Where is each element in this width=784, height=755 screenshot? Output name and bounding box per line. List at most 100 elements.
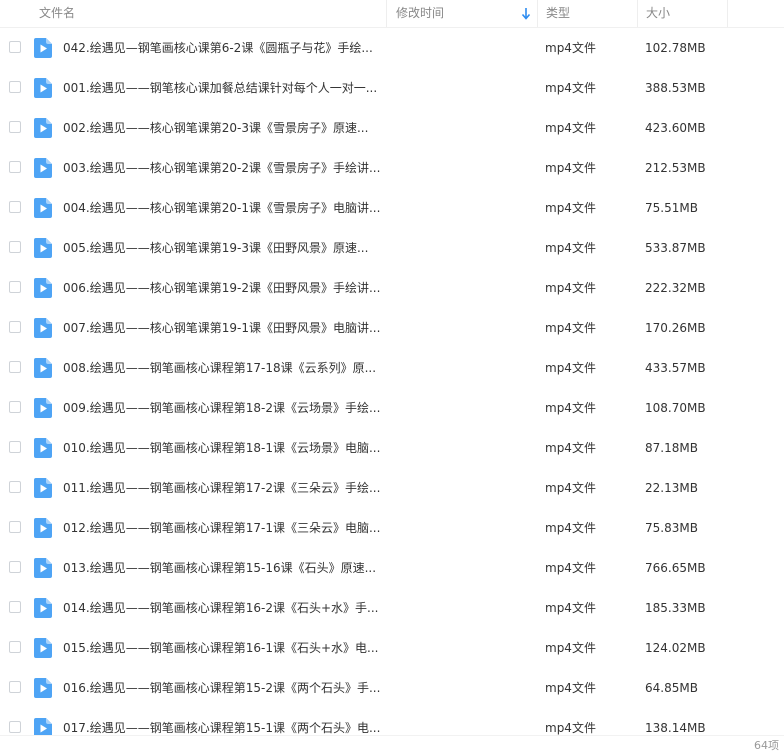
file-row[interactable]: 009.绘遇见——钢笔画核心课程第18-2课《云场景》手绘... mp4文件 108… xyxy=(0,388,784,428)
file-size: 423.60MB xyxy=(645,121,706,135)
video-file-icon xyxy=(34,598,52,618)
file-row[interactable]: 016.绘遇见——钢笔画核心课程第15-2课《两个石头》手... mp4文件 64.… xyxy=(0,668,784,708)
video-file-icon xyxy=(34,238,52,258)
file-size: 75.83MB xyxy=(645,521,698,535)
file-size: 108.70MB xyxy=(645,401,706,415)
video-file-icon xyxy=(34,518,52,538)
row-checkbox[interactable] xyxy=(9,401,21,413)
video-file-icon xyxy=(34,118,52,138)
column-header-size[interactable]: 大小 xyxy=(637,0,727,27)
row-checkbox[interactable] xyxy=(9,681,21,693)
file-row[interactable]: 014.绘遇见——钢笔画核心课程第16-2课《石头+水》手... mp4文件 185… xyxy=(0,588,784,628)
file-name[interactable]: 007.绘遇见——核心钢笔课第19-1课《田野风景》电脑讲... xyxy=(63,308,381,348)
file-name[interactable]: 006.绘遇见——核心钢笔课第19-2课《田野风景》手绘讲... xyxy=(63,268,381,308)
file-size: 185.33MB xyxy=(645,601,706,615)
video-file-icon xyxy=(34,398,52,418)
file-row[interactable]: 008.绘遇见——钢笔画核心课程第17-18课《云系列》原... mp4文件 433… xyxy=(0,348,784,388)
file-row[interactable]: 042.绘遇见—钢笔画核心课第6-2课《圆瓶子与花》手绘... mp4文件 102.… xyxy=(0,28,784,68)
row-checkbox[interactable] xyxy=(9,441,21,453)
file-size: 533.87MB xyxy=(645,241,706,255)
row-checkbox[interactable] xyxy=(9,721,21,733)
file-name[interactable]: 002.绘遇见——核心钢笔课第20-3课《雪景房子》原速... xyxy=(63,108,381,148)
file-size: 433.57MB xyxy=(645,361,706,375)
column-header-type[interactable]: 类型 xyxy=(537,0,637,27)
row-checkbox[interactable] xyxy=(9,281,21,293)
row-checkbox[interactable] xyxy=(9,241,21,253)
video-file-icon xyxy=(34,438,52,458)
column-header-modified-label: 修改时间 xyxy=(396,6,445,20)
file-size: 170.26MB xyxy=(645,321,706,335)
file-name[interactable]: 013.绘遇见——钢笔画核心课程第15-16课《石头》原速... xyxy=(63,548,381,588)
file-size: 124.02MB xyxy=(645,641,706,655)
file-row[interactable]: 005.绘遇见——核心钢笔课第19-3课《田野风景》原速... mp4文件 533.… xyxy=(0,228,784,268)
row-checkbox[interactable] xyxy=(9,481,21,493)
row-checkbox[interactable] xyxy=(9,561,21,573)
video-file-icon xyxy=(34,78,52,98)
file-row[interactable]: 004.绘遇见——核心钢笔课第20-1课《雪景房子》电脑讲... mp4文件 75.… xyxy=(0,188,784,228)
file-name[interactable]: 016.绘遇见——钢笔画核心课程第15-2课《两个石头》手... xyxy=(63,668,381,708)
file-name[interactable]: 003.绘遇见——核心钢笔课第20-2课《雪景房子》手绘讲... xyxy=(63,148,381,188)
file-name[interactable]: 014.绘遇见——钢笔画核心课程第16-2课《石头+水》手... xyxy=(63,588,381,628)
file-type: mp4文件 xyxy=(545,201,596,215)
video-file-icon xyxy=(34,38,52,58)
file-size: 64.85MB xyxy=(645,681,698,695)
file-row[interactable]: 002.绘遇见——核心钢笔课第20-3课《雪景房子》原速... mp4文件 423.… xyxy=(0,108,784,148)
row-checkbox[interactable] xyxy=(9,41,21,53)
file-name[interactable]: 009.绘遇见——钢笔画核心课程第18-2课《云场景》手绘... xyxy=(63,388,381,428)
file-row[interactable]: 010.绘遇见——钢笔画核心课程第18-1课《云场景》电脑... mp4文件 87.… xyxy=(0,428,784,468)
file-type: mp4文件 xyxy=(545,321,596,335)
file-name[interactable]: 017.绘遇见——钢笔画核心课程第15-1课《两个石头》电... xyxy=(63,708,381,735)
file-name[interactable]: 001.绘遇见——钢笔核心课加餐总结课针对每个人一对一... xyxy=(63,68,381,108)
file-row[interactable]: 001.绘遇见——钢笔核心课加餐总结课针对每个人一对一... mp4文件 388.5… xyxy=(0,68,784,108)
row-checkbox[interactable] xyxy=(9,601,21,613)
file-row[interactable]: 017.绘遇见——钢笔画核心课程第15-1课《两个石头》电... mp4文件 138… xyxy=(0,708,784,735)
video-file-icon xyxy=(34,358,52,378)
row-checkbox[interactable] xyxy=(9,641,21,653)
file-row[interactable]: 011.绘遇见——钢笔画核心课程第17-2课《三朵云》手绘... mp4文件 22.… xyxy=(0,468,784,508)
column-header-modified[interactable]: 修改时间 xyxy=(386,0,537,27)
column-header-name[interactable]: 文件名 xyxy=(39,0,379,27)
file-type: mp4文件 xyxy=(545,401,596,415)
file-type: mp4文件 xyxy=(545,521,596,535)
file-name[interactable]: 042.绘遇见—钢笔画核心课第6-2课《圆瓶子与花》手绘... xyxy=(63,28,381,68)
video-file-icon xyxy=(34,558,52,578)
file-name[interactable]: 011.绘遇见——钢笔画核心课程第17-2课《三朵云》手绘... xyxy=(63,468,381,508)
row-checkbox[interactable] xyxy=(9,361,21,373)
file-name[interactable]: 004.绘遇见——核心钢笔课第20-1课《雪景房子》电脑讲... xyxy=(63,188,381,228)
sort-descending-icon[interactable] xyxy=(521,7,531,20)
item-count: 64项 xyxy=(754,739,779,752)
row-checkbox[interactable] xyxy=(9,81,21,93)
file-name[interactable]: 008.绘遇见——钢笔画核心课程第17-18课《云系列》原... xyxy=(63,348,381,388)
file-rows: 042.绘遇见—钢笔画核心课第6-2课《圆瓶子与花》手绘... mp4文件 102.… xyxy=(0,28,784,735)
file-row[interactable]: 012.绘遇见——钢笔画核心课程第17-1课《三朵云》电脑... mp4文件 75.… xyxy=(0,508,784,548)
row-checkbox[interactable] xyxy=(9,161,21,173)
file-name[interactable]: 010.绘遇见——钢笔画核心课程第18-1课《云场景》电脑... xyxy=(63,428,381,468)
file-name[interactable]: 012.绘遇见——钢笔画核心课程第17-1课《三朵云》电脑... xyxy=(63,508,381,548)
file-type: mp4文件 xyxy=(545,161,596,175)
file-type: mp4文件 xyxy=(545,641,596,655)
file-type: mp4文件 xyxy=(545,121,596,135)
file-type: mp4文件 xyxy=(545,241,596,255)
file-size: 87.18MB xyxy=(645,441,698,455)
file-name[interactable]: 005.绘遇见——核心钢笔课第19-3课《田野风景》原速... xyxy=(63,228,381,268)
file-size: 22.13MB xyxy=(645,481,698,495)
file-row[interactable]: 006.绘遇见——核心钢笔课第19-2课《田野风景》手绘讲... mp4文件 222… xyxy=(0,268,784,308)
file-row[interactable]: 013.绘遇见——钢笔画核心课程第15-16课《石头》原速... mp4文件 766… xyxy=(0,548,784,588)
file-type: mp4文件 xyxy=(545,721,596,735)
video-file-icon xyxy=(34,478,52,498)
file-type: mp4文件 xyxy=(545,441,596,455)
file-name[interactable]: 015.绘遇见——钢笔画核心课程第16-1课《石头+水》电... xyxy=(63,628,381,668)
file-row[interactable]: 003.绘遇见——核心钢笔课第20-2课《雪景房子》手绘讲... mp4文件 212… xyxy=(0,148,784,188)
row-checkbox[interactable] xyxy=(9,321,21,333)
file-row[interactable]: 015.绘遇见——钢笔画核心课程第16-1课《石头+水》电... mp4文件 124… xyxy=(0,628,784,668)
file-type: mp4文件 xyxy=(545,41,596,55)
file-size: 138.14MB xyxy=(645,721,706,735)
file-size: 75.51MB xyxy=(645,201,698,215)
file-type: mp4文件 xyxy=(545,361,596,375)
column-header-spacer xyxy=(727,0,784,27)
row-checkbox[interactable] xyxy=(9,121,21,133)
row-checkbox[interactable] xyxy=(9,521,21,533)
file-row[interactable]: 007.绘遇见——核心钢笔课第19-1课《田野风景》电脑讲... mp4文件 170… xyxy=(0,308,784,348)
file-type: mp4文件 xyxy=(545,561,596,575)
row-checkbox[interactable] xyxy=(9,201,21,213)
